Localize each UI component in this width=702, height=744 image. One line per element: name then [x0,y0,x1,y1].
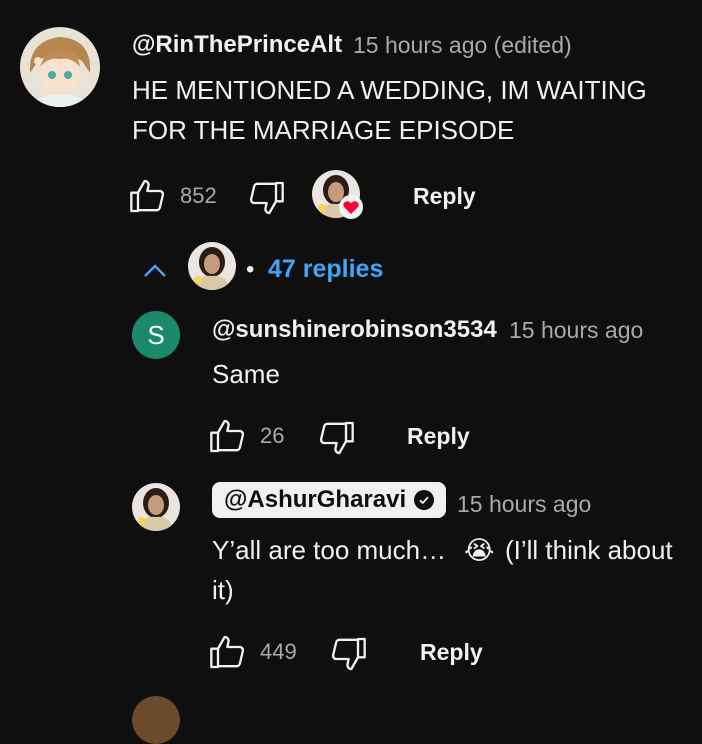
chevron-up-icon[interactable] [140,258,170,282]
reply-button[interactable]: Reply [420,639,483,666]
like-count: 26 [260,423,285,448]
verified-check-icon [414,490,435,510]
reply-timestamp[interactable]: 15 hours ago [509,317,643,344]
dislike-button[interactable] [328,634,368,674]
thumbs-down-icon [249,181,284,215]
thumbs-up-icon [130,179,165,213]
next-reply-avatar[interactable] [132,696,180,744]
like-count: 449 [260,639,297,664]
thumbs-up-icon [210,419,245,453]
reply-text-line-1-end: (I’ll think about [505,535,673,565]
creator-username-chip[interactable]: @AshurGharavi [212,482,447,518]
reply-timestamp[interactable]: 15 hours ago [457,491,591,518]
commenter-avatar-image [20,27,100,107]
reply-avatar[interactable]: S [132,311,180,359]
creator-reply-avatar[interactable] [132,483,180,531]
crying-face-emoji: 😭 [464,535,495,565]
reply-username[interactable]: @sunshinerobinson3534 [212,316,497,344]
thumbs-down-icon [319,421,354,455]
reply-text-line-1: Y’all are too much… [212,535,447,565]
like-button[interactable] [208,416,248,456]
like-button[interactable] [128,176,168,216]
comment-timestamp[interactable]: 15 hours ago (edited) [353,32,572,59]
thumbs-down-icon [331,637,366,671]
replies-bullet: • [246,256,255,283]
creator-avatar-image [188,242,236,290]
dislike-button[interactable] [246,178,286,218]
comment-text-line-2: FOR THE MARRIAGE EPISODE [132,115,515,145]
comment-text-line-1: HE MENTIONED A WEDDING, IM WAITING [132,75,647,105]
reply-button[interactable]: Reply [407,423,470,450]
commenter-avatar[interactable] [20,27,100,107]
reply-button[interactable]: Reply [413,183,476,210]
comment-username[interactable]: @RinThePrinceAlt [132,31,342,59]
replies-creator-avatar [188,242,236,290]
creator-username: @AshurGharavi [224,486,407,513]
replies-toggle-label[interactable]: 47 replies [268,255,383,284]
thumbs-up-icon [210,635,245,669]
reply-text-line-2: it) [212,575,234,605]
dislike-button[interactable] [316,418,356,458]
avatar-letter: S [147,319,165,350]
like-count: 852 [180,183,217,208]
heart-icon [338,194,364,220]
like-button[interactable] [208,632,248,672]
creator-avatar-image [132,483,180,531]
reply-text: Same [212,359,280,389]
